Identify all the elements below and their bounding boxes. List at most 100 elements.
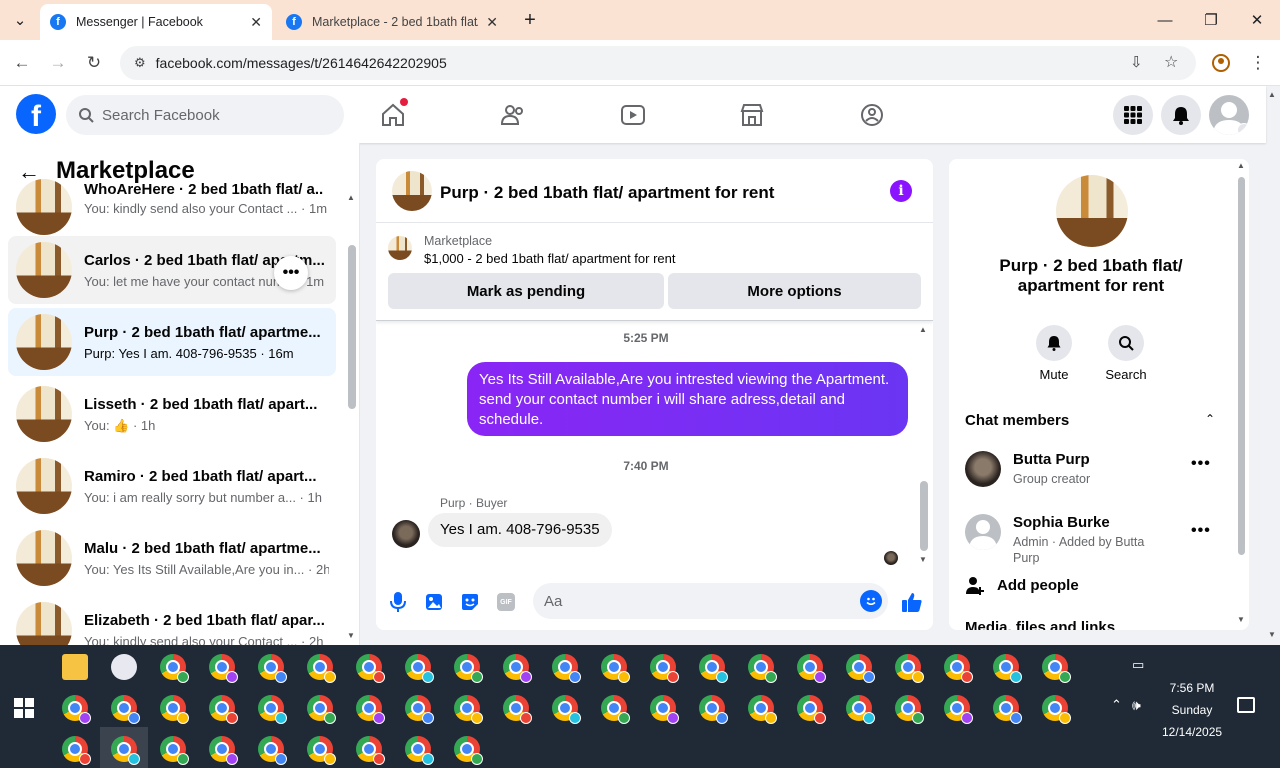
chrome-profile-icon[interactable] [454, 736, 483, 765]
reload-icon[interactable]: ↻ [81, 50, 107, 76]
list-scrollbar[interactable] [348, 245, 356, 409]
chrome-profile-icon[interactable] [454, 654, 483, 683]
mute-button[interactable]: Mute [1024, 325, 1084, 382]
network-icon[interactable]: ▭ [1132, 657, 1144, 673]
chrome-profile-icon[interactable] [601, 654, 630, 683]
chrome-profile-icon[interactable] [356, 736, 385, 765]
incoming-message[interactable]: Yes I am. 408-796-9535 [428, 513, 612, 547]
sender-avatar[interactable] [392, 520, 420, 548]
conversation-item[interactable]: Ramiro · 2 bed 1bath flat/ apart... You:… [8, 452, 336, 520]
chrome-profile-icon[interactable] [748, 654, 777, 683]
chrome-profile-icon[interactable] [258, 654, 287, 683]
chat-scrollbar[interactable] [920, 481, 928, 551]
chrome-profile-icon[interactable] [307, 695, 336, 724]
outgoing-message[interactable]: Yes Its Still Available,Are you intreste… [467, 362, 908, 436]
page-scroll-down-icon[interactable]: ▼ [1268, 630, 1276, 639]
chrome-profile-icon[interactable] [846, 695, 875, 724]
conversation-info-icon[interactable]: i [890, 180, 912, 202]
media-files-links-section[interactable]: Media, files and links [965, 619, 1115, 630]
emoji-icon[interactable] [860, 590, 882, 612]
chrome-profile-icon[interactable] [944, 695, 973, 724]
chrome-profile-icon[interactable] [699, 654, 728, 683]
install-app-icon[interactable]: ⇩ [1130, 53, 1143, 71]
details-scrollbar[interactable] [1238, 177, 1245, 555]
address-bar[interactable]: ⚙ facebook.com/messages/t/26146426422029… [120, 46, 1196, 80]
account-avatar[interactable]: ⌄ [1209, 95, 1249, 135]
chrome-profile-icon[interactable] [209, 695, 238, 724]
paint-app-icon[interactable] [111, 654, 137, 680]
chrome-profile-icon[interactable] [748, 695, 777, 724]
bookmark-star-icon[interactable]: ☆ [1164, 52, 1178, 72]
chrome-profile-icon[interactable] [356, 654, 385, 683]
chrome-profile-icon[interactable] [944, 654, 973, 683]
close-tab-icon[interactable]: ✕ [486, 14, 498, 31]
chrome-profile-icon[interactable] [503, 654, 532, 683]
chrome-profile-icon[interactable] [307, 654, 336, 683]
site-info-icon[interactable]: ⚙ [134, 55, 146, 71]
gif-icon[interactable]: GIF [495, 591, 517, 613]
chrome-profile-icon[interactable] [160, 736, 189, 765]
chrome-profile-icon[interactable] [601, 695, 630, 724]
facebook-logo-icon[interactable]: f [16, 94, 56, 134]
chrome-profile-icon[interactable] [503, 695, 532, 724]
chrome-profile-icon[interactable] [1042, 654, 1071, 683]
new-tab-icon[interactable]: + [508, 0, 552, 40]
chrome-profile-icon[interactable] [111, 736, 140, 765]
conversation-item[interactable]: Malu · 2 bed 1bath flat/ apartme... You:… [8, 524, 336, 592]
restore-icon[interactable]: ❐ [1188, 0, 1234, 40]
chrome-profile-icon[interactable] [405, 736, 434, 765]
scroll-down-icon[interactable]: ▼ [347, 631, 355, 640]
chrome-profile-icon[interactable] [405, 654, 434, 683]
close-window-icon[interactable]: ✕ [1234, 0, 1280, 40]
add-people-button[interactable]: Add people [965, 575, 1079, 595]
minimize-icon[interactable]: — [1142, 0, 1188, 40]
member-item[interactable]: Sophia Burke Admin · Added by Butta Purp… [965, 514, 1225, 565]
gaming-icon[interactable] [857, 100, 887, 130]
scroll-down-icon[interactable]: ▼ [919, 555, 927, 564]
member-more-icon[interactable]: ••• [1191, 455, 1211, 473]
search-in-conversation-button[interactable]: Search [1096, 325, 1156, 382]
chrome-profile-icon[interactable] [650, 695, 679, 724]
profile-icon[interactable] [1208, 50, 1234, 76]
chrome-profile-icon[interactable] [1042, 695, 1071, 724]
scroll-up-icon[interactable]: ▲ [919, 325, 927, 334]
conversation-item[interactable]: Purp · 2 bed 1bath flat/ apartme... Purp… [8, 308, 336, 376]
chrome-profile-icon[interactable] [650, 654, 679, 683]
chrome-profile-icon[interactable] [797, 654, 826, 683]
thumbs-up-icon[interactable] [899, 589, 925, 615]
member-more-icon[interactable]: ••• [1191, 522, 1211, 540]
microphone-icon[interactable] [387, 591, 409, 613]
tab-messenger[interactable]: f Messenger | Facebook ✕ [40, 4, 272, 40]
chrome-profile-icon[interactable] [895, 654, 924, 683]
chat-listing-avatar[interactable] [392, 171, 432, 211]
chrome-profile-icon[interactable] [552, 654, 581, 683]
chrome-profile-icon[interactable] [552, 695, 581, 724]
marketplace-icon[interactable] [737, 100, 767, 130]
show-hidden-icons-chevron-icon[interactable]: ⌃ [1111, 697, 1122, 713]
chrome-profile-icon[interactable] [846, 654, 875, 683]
photo-icon[interactable] [423, 591, 445, 613]
conversation-item[interactable]: Lisseth · 2 bed 1bath flat/ apart... You… [8, 380, 336, 448]
sticker-icon[interactable] [459, 591, 481, 613]
tab-search-icon[interactable]: ⌄ [0, 0, 40, 40]
chrome-profile-icon[interactable] [307, 736, 336, 765]
chrome-profile-icon[interactable] [405, 695, 434, 724]
scroll-up-icon[interactable]: ▲ [1237, 161, 1245, 170]
more-options-button[interactable]: More options [668, 273, 921, 309]
chrome-profile-icon[interactable] [62, 736, 91, 765]
conversation-item[interactable]: WhoAreHere · 2 bed 1bath flat/ a... You:… [8, 173, 336, 241]
chevron-up-icon[interactable]: ⌃ [1205, 412, 1215, 426]
mark-as-pending-button[interactable]: Mark as pending [388, 273, 664, 309]
page-scroll-up-icon[interactable]: ▲ [1268, 90, 1276, 99]
chrome-profile-icon[interactable] [209, 736, 238, 765]
chat-members-header[interactable]: Chat members [965, 412, 1069, 429]
back-icon[interactable]: ← [9, 50, 35, 76]
listing-photo[interactable] [1056, 175, 1128, 247]
chrome-profile-icon[interactable] [356, 695, 385, 724]
chrome-profile-icon[interactable] [160, 695, 189, 724]
chrome-profile-icon[interactable] [993, 654, 1022, 683]
scroll-up-icon[interactable]: ▲ [347, 193, 355, 202]
volume-icon[interactable]: 🕪 [1132, 697, 1141, 714]
file-explorer-icon[interactable] [62, 654, 88, 680]
chrome-profile-icon[interactable] [895, 695, 924, 724]
